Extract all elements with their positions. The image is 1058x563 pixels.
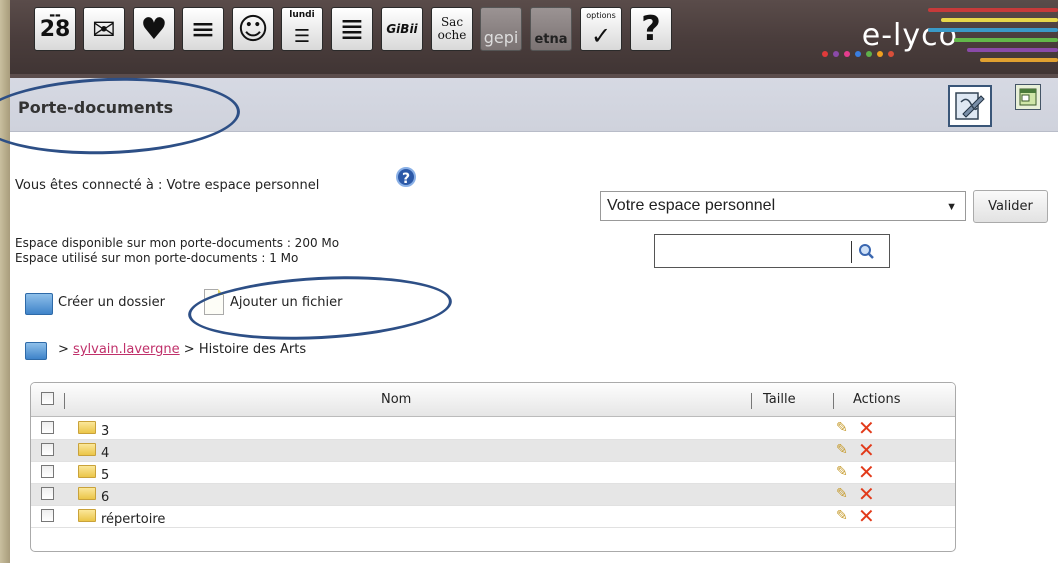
left-border	[0, 0, 10, 563]
folder-icon	[78, 487, 96, 500]
contacts-glyph: ☺	[237, 11, 269, 47]
top-toolbar: ▬▬ 28 ✉ ♥ ≡ ☺ lundi ☰ ≣ GiBii Sac oche g…	[10, 0, 1058, 78]
rename-icon[interactable]: ✎	[836, 420, 854, 436]
breadcrumb-current: Histoire des Arts	[198, 342, 307, 357]
heart-icon[interactable]: ♥	[133, 7, 175, 51]
folder-icon	[78, 421, 96, 434]
row-checkbox[interactable]	[41, 465, 54, 478]
rename-icon[interactable]: ✎	[836, 464, 854, 480]
binder-glyph: ≣	[339, 11, 365, 47]
schedule-icon[interactable]: lundi ☰	[281, 7, 323, 51]
brand-dot	[844, 51, 850, 57]
checkmark-icon[interactable]: options ✓	[580, 7, 622, 51]
select-all-checkbox[interactable]	[41, 392, 54, 405]
row-checkbox[interactable]	[41, 487, 54, 500]
create-folder-link[interactable]: Créer un dossier	[58, 295, 165, 310]
notebook-icon[interactable]: ≡	[182, 7, 224, 51]
add-file-link[interactable]: Ajouter un fichier	[230, 295, 342, 310]
folder-icon	[78, 509, 96, 522]
contacts-icon[interactable]: ☺	[232, 7, 274, 51]
help-glyph: ?	[641, 9, 661, 49]
connection-label: Vous êtes connecté à : Votre espace pers…	[15, 178, 320, 193]
new-folder-icon[interactable]	[25, 293, 53, 315]
rename-icon[interactable]: ✎	[836, 442, 854, 458]
table-row[interactable]: 6 ✎ ✕	[31, 484, 955, 506]
row-checkbox[interactable]	[41, 421, 54, 434]
search-icon[interactable]	[857, 242, 875, 260]
column-name[interactable]: Nom	[381, 392, 411, 407]
help-icon[interactable]: ?	[630, 7, 672, 51]
chevron-down-icon: ▼	[946, 201, 957, 213]
search-input[interactable]	[654, 234, 890, 268]
new-file-icon[interactable]	[204, 289, 224, 315]
calendar-icon[interactable]: ▬▬ 28	[34, 7, 76, 51]
table-header: Nom Taille Actions	[31, 383, 955, 417]
binder-icon[interactable]: ≣	[331, 7, 373, 51]
row-name[interactable]: répertoire	[101, 512, 165, 527]
gibii-label: GiBii	[386, 22, 418, 36]
delete-icon[interactable]: ✕	[858, 506, 875, 526]
envelope-glyph: ✉	[92, 12, 116, 46]
quota-used: Espace utilisé sur mon porte-documents :…	[15, 251, 299, 265]
schedule-label: lundi	[289, 10, 315, 20]
brand-dot	[822, 51, 828, 57]
column-size[interactable]: Taille	[763, 392, 796, 407]
calendar-day: 28	[39, 16, 71, 42]
row-checkbox[interactable]	[41, 443, 54, 456]
page-title: Porte-documents	[18, 98, 174, 117]
rename-icon[interactable]: ✎	[836, 508, 854, 524]
sacoche-icon[interactable]: Sac oche	[431, 7, 473, 51]
files-table: Nom Taille Actions 3 ✎ ✕ 4 ✎ ✕ 5 ✎ ✕ 6 ✎…	[30, 382, 956, 552]
delete-icon[interactable]: ✕	[858, 440, 875, 460]
options-label: options	[586, 11, 616, 20]
table-row[interactable]: 4 ✎ ✕	[31, 440, 955, 462]
breadcrumb-separator: >	[183, 342, 195, 357]
brand-dot	[833, 51, 839, 57]
table-row[interactable]: 3 ✎ ✕	[31, 418, 955, 440]
row-name[interactable]: 5	[101, 468, 109, 483]
sacoche-label: Sac oche	[437, 15, 467, 42]
space-select[interactable]: Votre espace personnel ▼	[600, 191, 966, 221]
etna-label: etna	[534, 32, 568, 47]
brand-stripes	[928, 8, 1058, 70]
breadcrumb: > sylvain.lavergne > Histoire des Arts	[58, 342, 306, 357]
breadcrumb-separator: >	[58, 342, 69, 357]
quota-available: Espace disponible sur mon porte-document…	[15, 236, 340, 250]
brand-dot	[855, 51, 861, 57]
home-folder-icon[interactable]	[25, 342, 47, 360]
table-row[interactable]: 5 ✎ ✕	[31, 462, 955, 484]
breadcrumb-user-link[interactable]: sylvain.lavergne	[73, 342, 180, 357]
gepi-label: gepi	[483, 28, 519, 47]
gepi-icon[interactable]: gepi	[480, 7, 522, 51]
row-name[interactable]: 4	[101, 446, 109, 461]
rename-icon[interactable]: ✎	[836, 486, 854, 502]
column-actions: Actions	[853, 392, 901, 407]
etna-icon[interactable]: etna	[530, 7, 572, 51]
edit-icon[interactable]	[948, 85, 992, 127]
gibii-icon[interactable]: GiBii	[381, 7, 423, 51]
delete-icon[interactable]: ✕	[858, 462, 875, 482]
envelope-icon[interactable]: ✉	[83, 7, 125, 51]
folder-icon	[78, 465, 96, 478]
delete-icon[interactable]: ✕	[858, 484, 875, 504]
row-checkbox[interactable]	[41, 509, 54, 522]
notebook-glyph: ≡	[190, 11, 216, 47]
row-name[interactable]: 6	[101, 490, 109, 505]
heart-glyph: ♥	[140, 11, 168, 47]
search-separator	[851, 241, 852, 263]
help-icon[interactable]: ?	[396, 167, 416, 187]
space-select-value: Votre espace personnel	[607, 197, 776, 214]
maximize-icon[interactable]	[1015, 84, 1041, 110]
row-name[interactable]: 3	[101, 424, 109, 439]
validate-button[interactable]: Valider	[973, 190, 1048, 223]
delete-icon[interactable]: ✕	[858, 418, 875, 438]
page-header: Porte-documents	[10, 78, 1058, 132]
folder-icon	[78, 443, 96, 456]
table-row[interactable]: répertoire ✎ ✕	[31, 506, 955, 528]
